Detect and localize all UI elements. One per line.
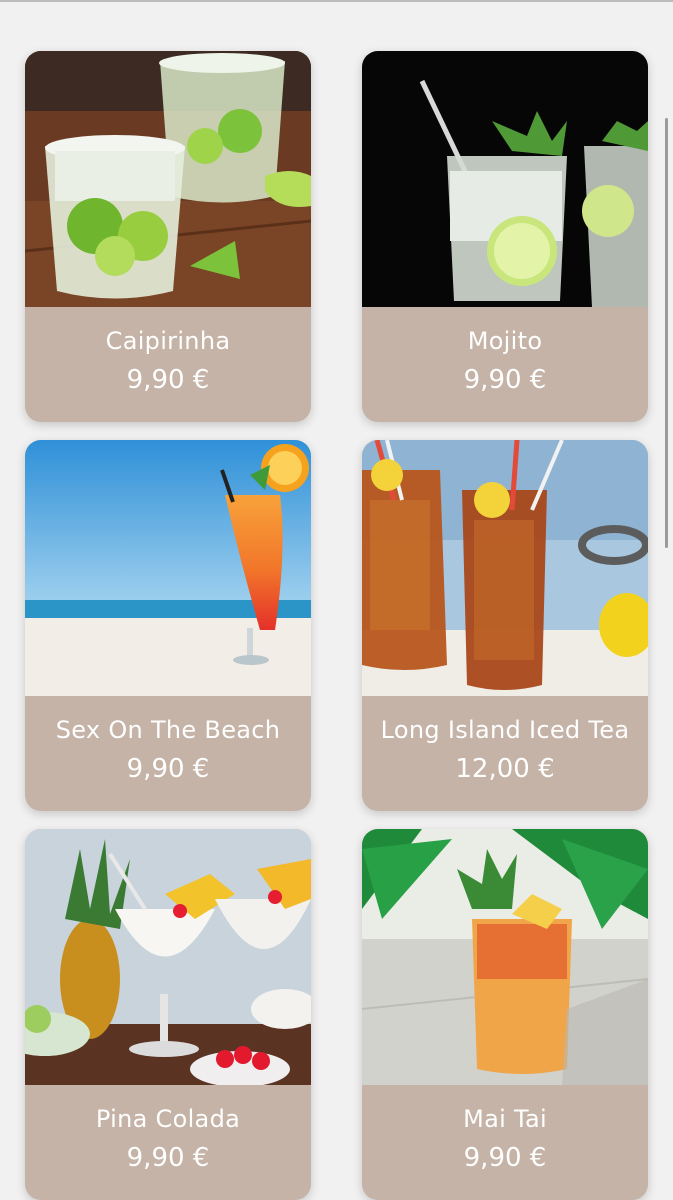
product-name: Mai Tai [463, 1105, 547, 1133]
product-info: Caipirinha 9,90 € [25, 307, 311, 422]
product-card-mojito[interactable]: Mojito 9,90 € [362, 51, 648, 422]
product-info: Long Island Iced Tea 12,00 € [362, 696, 648, 811]
product-name: Sex On The Beach [55, 716, 281, 744]
product-price: 12,00 € [455, 754, 555, 784]
product-price: 9,90 € [463, 365, 547, 395]
product-card-caipirinha[interactable]: Caipirinha 9,90 € [25, 51, 311, 422]
status-bar-edge [0, 0, 673, 2]
product-name: Pina Colada [95, 1105, 241, 1133]
product-info: Sex On The Beach 9,90 € [25, 696, 311, 811]
product-card-long-island-iced-tea[interactable]: Long Island Iced Tea 12,00 € [362, 440, 648, 811]
product-card-sex-on-the-beach[interactable]: Sex On The Beach 9,90 € [25, 440, 311, 811]
mojito-photo [362, 51, 648, 307]
product-name: Mojito [467, 327, 543, 355]
pina-colada-photo [25, 829, 311, 1085]
product-info: Pina Colada 9,90 € [25, 1085, 311, 1200]
product-price: 9,90 € [126, 1143, 210, 1173]
product-name: Caipirinha [105, 327, 231, 355]
mai-tai-photo [362, 829, 648, 1085]
product-grid: Caipirinha 9,90 € Mojito 9,90 € Sex On T… [25, 51, 648, 1200]
caipirinha-photo [25, 51, 311, 307]
product-price: 9,90 € [126, 754, 210, 784]
product-card-mai-tai[interactable]: Mai Tai 9,90 € [362, 829, 648, 1200]
product-card-pina-colada[interactable]: Pina Colada 9,90 € [25, 829, 311, 1200]
product-info: Mai Tai 9,90 € [362, 1085, 648, 1200]
product-price: 9,90 € [463, 1143, 547, 1173]
product-info: Mojito 9,90 € [362, 307, 648, 422]
product-price: 9,90 € [126, 365, 210, 395]
sex-on-the-beach-photo [25, 440, 311, 696]
long-island-iced-tea-photo [362, 440, 648, 696]
product-name: Long Island Iced Tea [380, 716, 630, 744]
scrollbar[interactable] [665, 118, 668, 548]
